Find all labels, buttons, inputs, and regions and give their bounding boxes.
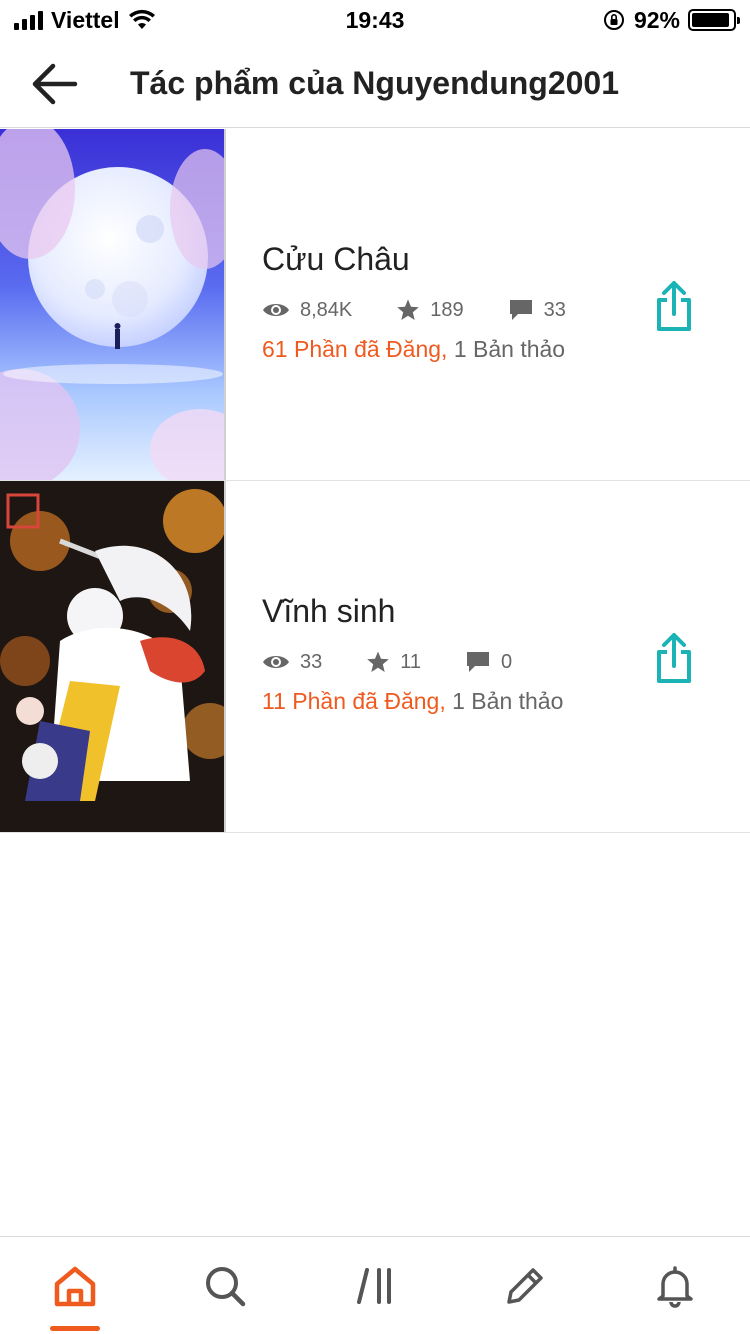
story-cover[interactable]	[0, 481, 226, 832]
comments-stat: 0	[465, 650, 512, 674]
published-parts: 11 Phần đã Đăng,	[262, 688, 446, 714]
nav-library[interactable]	[330, 1241, 420, 1331]
nav-write[interactable]	[480, 1241, 570, 1331]
cover-image-moon	[0, 129, 224, 480]
library-icon	[357, 1267, 391, 1304]
comment-icon	[467, 652, 490, 672]
story-list: Cửu Châu 8,84K 189 33 61 Phần đã Đăng, 1…	[0, 129, 750, 833]
back-button[interactable]	[0, 40, 110, 128]
star-icon	[397, 299, 420, 320]
story-title[interactable]: Vĩnh sinh	[262, 593, 750, 630]
home-icon	[54, 1266, 96, 1306]
cover-image-anime	[0, 481, 224, 832]
star-icon	[367, 651, 390, 672]
carrier-label: Viettel	[51, 6, 120, 33]
parts-info: 11 Phần đã Đăng, 1 Bản thảo	[262, 688, 750, 715]
comment-icon	[509, 300, 532, 320]
wifi-icon	[128, 9, 155, 29]
share-icon	[657, 281, 691, 331]
arrow-left-icon	[32, 63, 78, 104]
published-parts: 61 Phần đã Đăng,	[262, 336, 448, 362]
eye-icon	[263, 304, 289, 316]
write-icon	[507, 1267, 543, 1304]
story-row[interactable]: Cửu Châu 8,84K 189 33 61 Phần đã Đăng, 1…	[0, 129, 750, 481]
status-bar: Viettel 19:43 92%	[0, 0, 750, 40]
story-title[interactable]: Cửu Châu	[262, 241, 750, 278]
bell-icon	[657, 1265, 693, 1308]
share-icon	[657, 633, 691, 683]
bottom-nav	[0, 1236, 750, 1334]
reads-count: 33	[300, 650, 323, 673]
comments-count: 33	[543, 298, 566, 321]
comments-count: 0	[501, 650, 513, 673]
draft-parts: 1 Bản thảo	[452, 688, 564, 714]
reads-count: 8,84K	[300, 298, 353, 321]
votes-stat: 11	[366, 650, 421, 674]
votes-count: 11	[400, 650, 422, 673]
nav-notifications[interactable]	[630, 1241, 720, 1331]
nav-home[interactable]	[30, 1241, 120, 1331]
parts-info: 61 Phần đã Đăng, 1 Bản thảo	[262, 336, 750, 363]
battery-icon	[688, 9, 740, 31]
votes-stat: 189	[396, 298, 464, 322]
battery-percent: 92%	[633, 6, 680, 33]
reads-stat: 33	[262, 651, 322, 674]
story-row[interactable]: Vĩnh sinh 33 11 0 11 Phần đã Đăng, 1 Bản…	[0, 481, 750, 833]
story-cover[interactable]	[0, 129, 226, 480]
share-button[interactable]	[654, 279, 694, 333]
status-left: Viettel	[14, 7, 156, 34]
search-icon	[206, 1266, 246, 1306]
votes-count: 189	[430, 298, 464, 321]
reads-stat: 8,84K	[262, 299, 352, 322]
signal-icon	[14, 10, 43, 30]
eye-icon	[263, 656, 289, 668]
status-right: 92%	[602, 6, 740, 34]
battery-fill	[692, 13, 729, 27]
draft-parts: 1 Bản thảo	[453, 336, 566, 362]
comments-stat: 33	[508, 298, 566, 322]
top-bar: Tác phẩm của Nguyendung2001	[0, 40, 750, 128]
page-title: Tác phẩm của Nguyendung2001	[130, 65, 620, 101]
nav-search[interactable]	[180, 1241, 270, 1331]
share-button[interactable]	[654, 631, 694, 685]
orientation-lock-icon	[603, 10, 624, 30]
